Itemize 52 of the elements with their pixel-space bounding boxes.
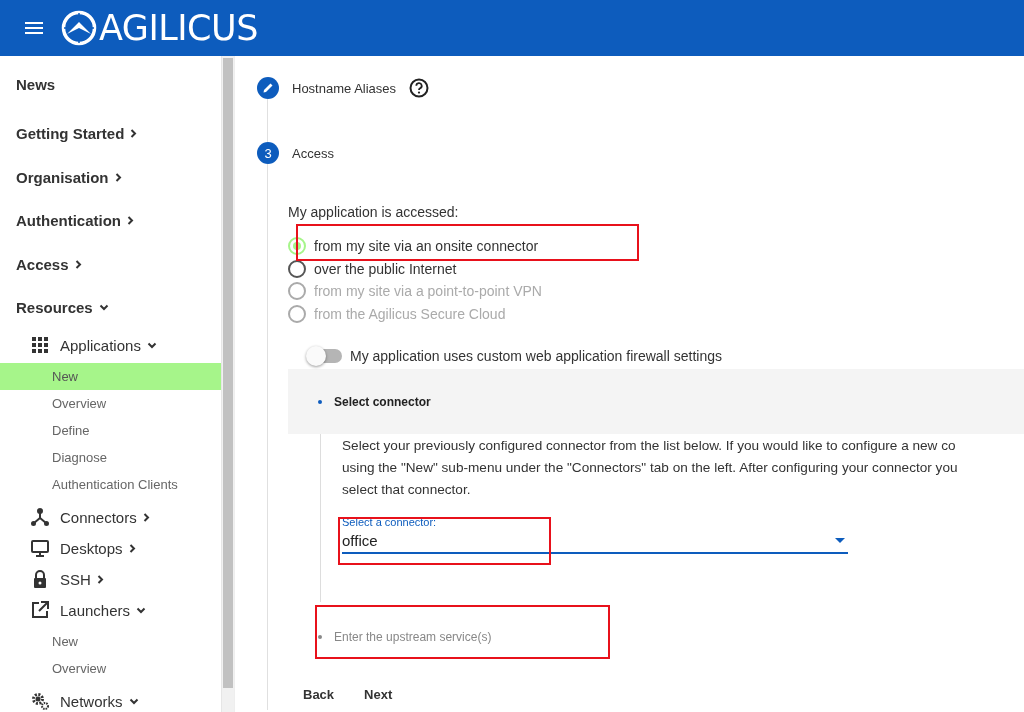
nav-item[interactable]: Authentication [0,199,221,243]
external-link-icon [31,601,49,619]
nav-item[interactable]: SSH [0,563,221,595]
step-number: 3 [257,142,279,164]
radio-label: from the Agilicus Secure Cloud [314,305,506,322]
bullet-icon [318,634,322,639]
dropdown-arrow-icon [835,537,845,543]
nav-item[interactable]: Authentication Clients [0,470,221,498]
nav-item[interactable]: News [0,56,221,112]
nav-item[interactable]: Resources [0,286,221,330]
radio-label: over the public Internet [314,260,457,277]
help-icon[interactable] [409,78,430,98]
step-button[interactable]: Next [349,679,408,710]
nav-item[interactable]: Applications [0,329,221,361]
nav-item[interactable]: Access [0,242,221,286]
radio-button[interactable] [288,259,306,278]
nav-item[interactable]: Networks [0,685,221,712]
nav-item[interactable]: Diagnose [0,443,221,471]
pencil-icon [257,77,279,99]
toggle-switch[interactable] [308,349,342,363]
radio-label: from my site via a point-to-point VPN [314,283,542,300]
nav-item[interactable]: Getting Started [0,112,221,156]
radio-group-label: My application is accessed: [288,204,459,222]
nav-item[interactable]: Organisation [0,155,221,199]
nav-item[interactable]: Desktops [0,532,221,564]
logo-icon [61,10,97,46]
substep-header[interactable]: Enter the upstream service(s) [288,604,1024,669]
lock-icon [31,570,49,588]
step-title: Hostname Aliases [292,80,397,96]
step-button[interactable]: Back [288,679,350,710]
monitor-icon [31,539,49,557]
brand-name: AGILICUS [99,8,258,48]
grid-icon [31,336,49,354]
select-value: office [342,531,378,549]
nav-item[interactable]: Connectors [0,501,221,533]
network-icon [31,508,49,526]
scrollbar[interactable] [222,56,234,712]
nav-item[interactable]: Launchers [0,594,221,626]
radio-label: from my site via an onsite connector [314,238,539,255]
nav-item[interactable]: Overview [0,389,221,417]
nav-item[interactable]: New [0,627,221,655]
nav-item[interactable]: New [0,362,221,390]
substep-header[interactable]: Select connector [288,369,1024,434]
nav-item[interactable]: Overview [0,654,221,682]
scrollbar-thumb[interactable] [223,58,233,688]
menu-icon[interactable] [25,22,43,34]
bullet-icon [318,399,322,404]
nav-item[interactable]: Define [0,416,221,444]
gears-icon [31,692,49,710]
step-title: Access [292,145,334,161]
toggle-label: My application uses custom web application firewall settings [350,348,722,364]
description-text: Select your previously configured connector from the list below. If you would like to configure a new co using the "New" sub-menu under the "Connectors" tab on the left. After configuring your connector you select that connector. [342,437,959,499]
